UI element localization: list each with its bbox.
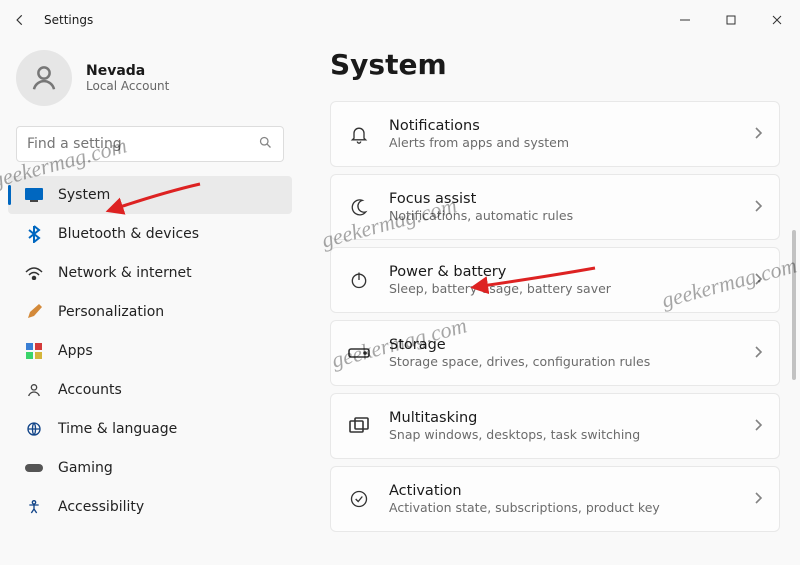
window-maximize-button[interactable] xyxy=(708,4,754,36)
card-activation[interactable]: Activation Activation state, subscriptio… xyxy=(330,466,780,532)
card-subtitle: Sleep, battery usage, battery saver xyxy=(389,281,611,296)
sidebar-item-label: Accounts xyxy=(58,382,122,398)
multitasking-icon xyxy=(347,416,371,436)
card-title: Storage xyxy=(389,337,650,353)
sidebar-item-bluetooth[interactable]: Bluetooth & devices xyxy=(8,215,292,253)
sidebar-item-accessibility[interactable]: Accessibility xyxy=(8,488,292,526)
chevron-right-icon xyxy=(753,417,763,436)
chevron-right-icon xyxy=(753,271,763,290)
card-storage[interactable]: Storage Storage space, drives, configura… xyxy=(330,320,780,386)
card-title: Focus assist xyxy=(389,191,573,207)
settings-cards: Notifications Alerts from apps and syste… xyxy=(330,101,780,532)
back-button[interactable] xyxy=(0,0,40,40)
profile-name: Nevada xyxy=(86,63,169,79)
sidebar-item-label: Network & internet xyxy=(58,265,192,281)
chevron-right-icon xyxy=(753,198,763,217)
card-title: Notifications xyxy=(389,118,569,134)
bluetooth-icon xyxy=(24,224,44,244)
card-power-battery[interactable]: Power & battery Sleep, battery usage, ba… xyxy=(330,247,780,313)
account-profile[interactable]: Nevada Local Account xyxy=(0,46,300,126)
sidebar-item-system[interactable]: System xyxy=(8,176,292,214)
main-content: System Notifications Alerts from apps an… xyxy=(300,40,800,565)
sidebar-item-label: System xyxy=(58,187,110,203)
card-multitasking[interactable]: Multitasking Snap windows, desktops, tas… xyxy=(330,393,780,459)
storage-icon xyxy=(347,343,371,363)
card-subtitle: Snap windows, desktops, task switching xyxy=(389,427,640,442)
sidebar-item-label: Time & language xyxy=(58,421,177,437)
search-box[interactable] xyxy=(16,126,284,162)
search-icon xyxy=(258,135,273,154)
card-title: Power & battery xyxy=(389,264,611,280)
window-close-button[interactable] xyxy=(754,4,800,36)
search-input[interactable] xyxy=(27,136,250,152)
sidebar-item-apps[interactable]: Apps xyxy=(8,332,292,370)
power-icon xyxy=(347,270,371,290)
vertical-scrollbar[interactable] xyxy=(792,230,796,380)
accounts-icon xyxy=(24,380,44,400)
sidebar-item-label: Gaming xyxy=(58,460,113,476)
activation-icon xyxy=(347,489,371,509)
accessibility-icon xyxy=(24,497,44,517)
avatar xyxy=(16,50,72,106)
card-notifications[interactable]: Notifications Alerts from apps and syste… xyxy=(330,101,780,167)
sidebar-item-time-language[interactable]: Time & language xyxy=(8,410,292,448)
sidebar-item-label: Accessibility xyxy=(58,499,144,515)
card-subtitle: Alerts from apps and system xyxy=(389,135,569,150)
time-language-icon xyxy=(24,419,44,439)
sidebar-item-personalization[interactable]: Personalization xyxy=(8,293,292,331)
window-minimize-button[interactable] xyxy=(662,4,708,36)
card-focus-assist[interactable]: Focus assist Notifications, automatic ru… xyxy=(330,174,780,240)
personalization-icon xyxy=(24,302,44,322)
window-titlebar: Settings xyxy=(0,0,800,40)
window-title: Settings xyxy=(44,13,93,27)
moon-icon xyxy=(347,197,371,217)
chevron-right-icon xyxy=(753,344,763,363)
card-subtitle: Notifications, automatic rules xyxy=(389,208,573,223)
chevron-right-icon xyxy=(753,125,763,144)
card-subtitle: Activation state, subscriptions, product… xyxy=(389,500,660,515)
nav: System Bluetooth & devices Network & int… xyxy=(0,176,300,526)
bell-icon xyxy=(347,124,371,144)
sidebar-item-accounts[interactable]: Accounts xyxy=(8,371,292,409)
sidebar-item-network[interactable]: Network & internet xyxy=(8,254,292,292)
sidebar-item-label: Bluetooth & devices xyxy=(58,226,199,242)
sidebar-item-label: Apps xyxy=(58,343,93,359)
page-title: System xyxy=(330,48,780,81)
sidebar-item-label: Personalization xyxy=(58,304,164,320)
profile-account-type: Local Account xyxy=(86,79,169,93)
gaming-icon xyxy=(24,458,44,478)
card-title: Multitasking xyxy=(389,410,640,426)
network-icon xyxy=(24,263,44,283)
sidebar-item-gaming[interactable]: Gaming xyxy=(8,449,292,487)
card-title: Activation xyxy=(389,483,660,499)
sidebar: Nevada Local Account System Bluetooth xyxy=(0,40,300,565)
apps-icon xyxy=(24,341,44,361)
system-icon xyxy=(24,185,44,205)
person-icon xyxy=(29,63,59,93)
chevron-right-icon xyxy=(753,490,763,509)
card-subtitle: Storage space, drives, configuration rul… xyxy=(389,354,650,369)
